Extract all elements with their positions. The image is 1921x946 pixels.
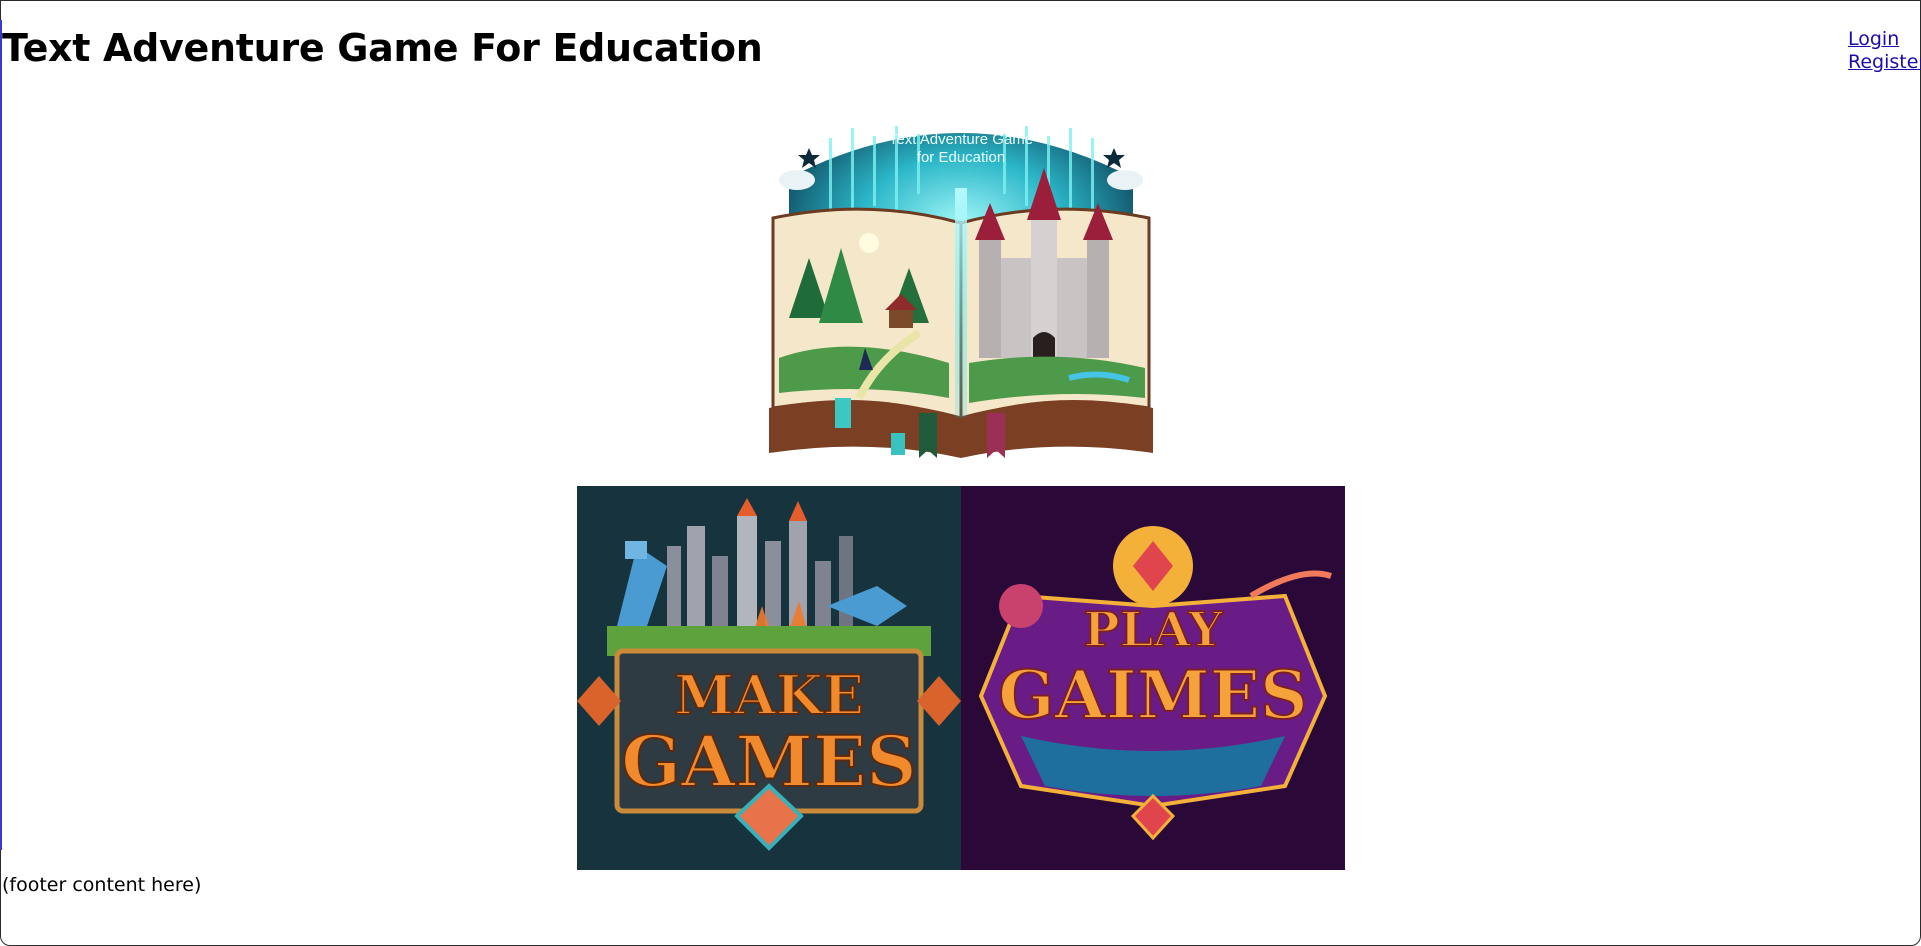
light-beam <box>955 188 967 418</box>
make-title-line1: MAKE <box>674 663 864 727</box>
page-title: Text Adventure Game For Education <box>2 26 763 70</box>
feature-cards: MAKE GAMES PLAY GAIMES <box>577 486 1345 870</box>
page-footer: (footer content here) <box>2 874 202 896</box>
login-link[interactable]: Login <box>1848 28 1921 51</box>
planet-icon <box>999 584 1043 628</box>
hero-banner-line1: Text Adventure Game <box>889 131 1033 148</box>
play-games-card[interactable]: PLAY GAIMES <box>961 486 1345 870</box>
hero-book-illustration: Text Adventure Game for Education <box>769 126 1153 458</box>
make-games-card[interactable]: MAKE GAMES <box>577 486 961 870</box>
register-link[interactable]: Register <box>1848 51 1921 74</box>
window-edge-accent <box>0 20 2 850</box>
play-title-line1: PLAY <box>1084 602 1224 658</box>
hero-banner-line2: for Education <box>917 149 1005 166</box>
play-title-line2: GAIMES <box>998 656 1307 734</box>
cloud-left <box>779 170 815 190</box>
auth-nav: Login Register <box>1848 28 1921 74</box>
cloud-right <box>1107 170 1143 190</box>
